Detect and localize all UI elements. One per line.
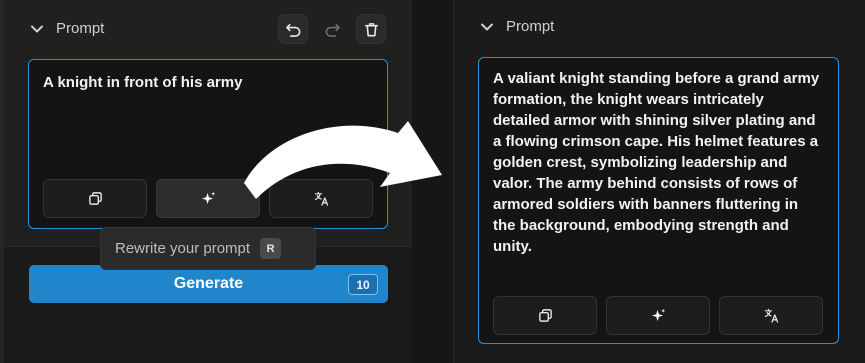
generate-button[interactable]: Generate 10 <box>29 265 388 303</box>
chevron-down-icon <box>481 23 493 30</box>
trash-icon <box>364 22 378 36</box>
credit-count-badge: 10 <box>348 274 378 295</box>
sparkle-icon <box>651 308 665 322</box>
redo-icon <box>325 23 340 37</box>
copy-icon <box>538 309 552 322</box>
prompt-tools <box>493 296 823 335</box>
translate-button[interactable] <box>719 296 823 335</box>
rewritten-prompt-text[interactable]: A valiant knight standing before a grand… <box>493 68 824 257</box>
translate-icon <box>764 308 778 323</box>
prompt-section-header-right[interactable]: Prompt <box>480 18 554 35</box>
copy-button[interactable] <box>493 296 597 335</box>
stage: Prompt A knight in front of his army Gen… <box>0 0 865 363</box>
section-title: Prompt <box>506 18 555 35</box>
generate-label: Generate <box>173 275 244 292</box>
prompt-section-header[interactable]: Prompt <box>30 20 104 37</box>
tooltip-text: Rewrite your prompt <box>115 240 251 257</box>
undo-icon <box>285 23 300 37</box>
chevron-down-icon <box>31 25 43 32</box>
redo-button[interactable] <box>317 14 347 44</box>
delete-button[interactable] <box>356 14 386 44</box>
curved-arrow-icon <box>244 121 442 199</box>
panel-edge <box>0 0 4 363</box>
rewrite-button[interactable] <box>606 296 710 335</box>
header-actions <box>278 14 386 44</box>
prompt-text[interactable]: A knight in front of his army <box>43 72 373 93</box>
sparkle-icon <box>201 191 215 205</box>
section-title: Prompt <box>56 20 105 37</box>
shortcut-key: R <box>260 238 282 259</box>
undo-button[interactable] <box>278 14 308 44</box>
copy-icon <box>88 192 102 205</box>
copy-button[interactable] <box>43 179 147 218</box>
rewritten-prompt-input[interactable]: A valiant knight standing before a grand… <box>478 57 839 344</box>
